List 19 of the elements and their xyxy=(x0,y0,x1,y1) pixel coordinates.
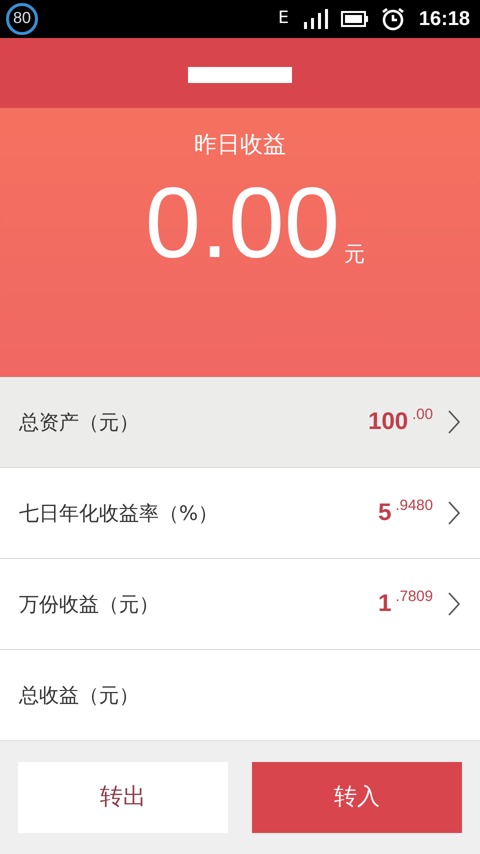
currency-unit: 元 xyxy=(344,241,365,268)
earnings-label: 昨日收益 xyxy=(194,131,286,160)
network-type-indicator: E xyxy=(278,7,289,30)
row-label: 七日年化收益率（%） xyxy=(19,500,220,527)
chevron-right-icon xyxy=(447,409,461,435)
list-row[interactable]: 总收益（元） xyxy=(0,650,480,741)
chevron-right-icon xyxy=(447,591,461,617)
row-label: 万份收益（元） xyxy=(19,591,160,618)
clock-time: 16:18 xyxy=(418,7,470,32)
transfer-in-button[interactable]: 转入 xyxy=(252,762,462,833)
chevron-right-icon xyxy=(447,500,461,526)
transfer-out-button[interactable]: 转出 xyxy=(18,762,228,833)
earnings-amount: 0.00 xyxy=(145,172,340,272)
battery-icon xyxy=(340,11,369,27)
row-label: 总收益（元） xyxy=(19,682,140,709)
alarm-clock-icon xyxy=(380,7,405,31)
signal-icon xyxy=(302,8,329,30)
row-label: 总资产（元） xyxy=(19,409,140,436)
battery-percent-badge: 80 xyxy=(6,3,38,35)
